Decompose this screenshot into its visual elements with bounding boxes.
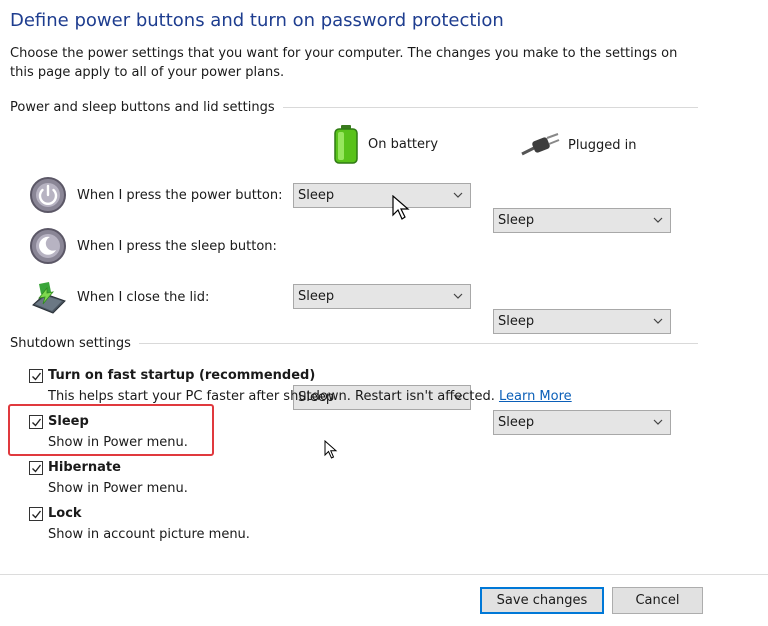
- lock-label: Lock: [48, 506, 82, 521]
- chevron-down-icon: [453, 192, 463, 198]
- chevron-down-icon: [653, 217, 663, 223]
- close-lid-plugged-select[interactable]: Sleep: [493, 410, 671, 435]
- sleep-button-plugged-select[interactable]: Sleep: [493, 309, 671, 334]
- battery-icon: [334, 125, 358, 164]
- section-divider: [138, 343, 698, 344]
- hibernate-description: Show in Power menu.: [48, 481, 188, 496]
- footer-divider: [0, 574, 768, 575]
- power-button-battery-select[interactable]: Sleep: [293, 183, 471, 208]
- section-divider: [282, 107, 698, 108]
- power-button-battery-value: Sleep: [298, 188, 335, 203]
- power-button-icon: [29, 176, 67, 214]
- checkmark-icon: [31, 510, 41, 519]
- sleep-button-plugged-value: Sleep: [498, 314, 535, 329]
- power-plug-icon: [521, 133, 560, 156]
- row-label-close-lid: When I close the lid:: [77, 290, 210, 305]
- close-lid-plugged-value: Sleep: [498, 415, 535, 430]
- cancel-button[interactable]: Cancel: [612, 587, 703, 614]
- save-changes-button[interactable]: Save changes: [480, 587, 604, 614]
- fast-startup-description: This helps start your PC faster after sh…: [48, 389, 572, 404]
- chevron-down-icon: [653, 419, 663, 425]
- power-button-plugged-select[interactable]: Sleep: [493, 208, 671, 233]
- column-header-battery: On battery: [332, 124, 438, 164]
- checkmark-icon: [31, 464, 41, 473]
- sleep-button-battery-select[interactable]: Sleep: [293, 284, 471, 309]
- section-heading-shutdown: Shutdown settings: [10, 336, 698, 351]
- sleep-button-icon: [29, 227, 67, 265]
- column-label-plugged: Plugged in: [568, 137, 637, 153]
- mouse-cursor-icon: [324, 440, 338, 459]
- checkmark-icon: [31, 372, 41, 381]
- laptop-lid-icon: [29, 278, 67, 316]
- fast-startup-label: Turn on fast startup (recommended): [48, 368, 316, 383]
- column-header-plugged: Plugged in: [520, 132, 636, 158]
- checkmark-icon: [31, 418, 41, 427]
- chevron-down-icon: [453, 293, 463, 299]
- chevron-down-icon: [653, 318, 663, 324]
- hibernate-checkbox[interactable]: [29, 461, 43, 475]
- row-label-power-button: When I press the power button:: [77, 188, 283, 203]
- row-label-sleep-button: When I press the sleep button:: [77, 239, 277, 254]
- page-title: Define power buttons and turn on passwor…: [10, 10, 504, 31]
- lock-description: Show in account picture menu.: [48, 527, 250, 542]
- hibernate-label: Hibernate: [48, 460, 121, 475]
- fast-startup-checkbox[interactable]: [29, 369, 43, 383]
- sleep-button-battery-value: Sleep: [298, 289, 335, 304]
- lock-checkbox[interactable]: [29, 507, 43, 521]
- fast-startup-description-text: This helps start your PC faster after sh…: [48, 389, 495, 404]
- sleep-label: Sleep: [48, 414, 89, 429]
- power-button-plugged-value: Sleep: [498, 213, 535, 228]
- section-heading-buttons: Power and sleep buttons and lid settings: [10, 100, 698, 115]
- page-description: Choose the power settings that you want …: [10, 46, 678, 80]
- section-heading-shutdown-label: Shutdown settings: [10, 336, 131, 351]
- column-label-battery: On battery: [368, 136, 439, 152]
- sleep-checkbox[interactable]: [29, 415, 43, 429]
- mouse-cursor-icon: [392, 195, 410, 220]
- learn-more-link[interactable]: Learn More: [499, 389, 572, 404]
- section-heading-buttons-label: Power and sleep buttons and lid settings: [10, 100, 275, 115]
- sleep-description: Show in Power menu.: [48, 435, 188, 450]
